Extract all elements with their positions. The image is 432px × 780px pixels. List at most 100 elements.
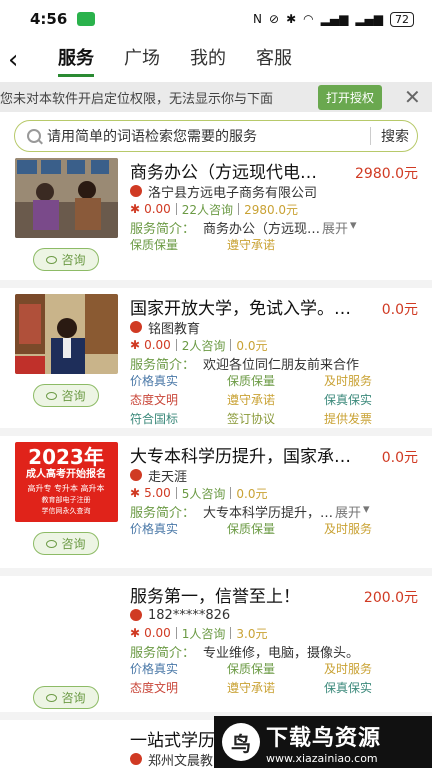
bird-logo-icon: 鸟: [222, 723, 260, 761]
amount: 3.0元: [236, 625, 267, 642]
thumb-line: 高升专 专升本 高升本: [15, 482, 118, 495]
thumb-line: 学信网永久查询: [15, 506, 118, 517]
card-title: 服务第一，信誉至上！: [130, 582, 300, 607]
watermark: 鸟 下载鸟资源 www.xiazainiao.com: [214, 716, 432, 768]
search-input[interactable]: 请用简单的词语检索您需要的服务: [47, 126, 360, 146]
amount: 2980.0元: [244, 201, 298, 218]
star-icon: ✱: [130, 338, 140, 352]
card-price: 2980.0元: [355, 163, 418, 183]
provider-name: 郑州文晨教: [148, 750, 213, 769]
service-card[interactable]: 咨询 商务办公（方远现代电…2980.0元 洛宁县方远电子商务有限公司 ✱0.0…: [0, 152, 432, 288]
consult-button[interactable]: 咨询: [33, 686, 98, 709]
provider-icon: [130, 321, 142, 333]
tab-square[interactable]: 广场: [124, 44, 160, 77]
amount: 0.0元: [236, 337, 267, 354]
tag: 遵守承诺: [227, 236, 324, 253]
top-nav: ‹ 服务 广场 我的 客服: [0, 38, 432, 82]
service-card[interactable]: 咨询 国家开放大学，免试入学。…0.0元 铭图教育 ✱0.002人咨询0.0元 …: [0, 288, 432, 436]
tag: 保质保量: [227, 520, 324, 537]
authorize-button[interactable]: 打开授权: [318, 85, 382, 110]
service-list: 咨询 商务办公（方远现代电…2980.0元 洛宁县方远电子商务有限公司 ✱0.0…: [0, 152, 432, 780]
tab-mine[interactable]: 我的: [190, 44, 226, 77]
provider-icon: [130, 469, 142, 481]
expand-toggle[interactable]: 展开: [335, 502, 361, 520]
status-bar: 4:56 N ⊘ ✱ ◠ ▂▄▆ ▂▄▆ 72: [0, 0, 432, 38]
search-button[interactable]: 搜索: [381, 126, 409, 146]
card-title: 国家开放大学，免试入学。…: [130, 294, 351, 319]
thumbnail-image: [15, 158, 118, 238]
tab-support[interactable]: 客服: [256, 44, 292, 77]
tag: 保真保实: [324, 391, 421, 408]
tag: 及时服务: [324, 372, 421, 389]
rating: 0.00: [144, 202, 171, 216]
tag: 遵守承诺: [227, 679, 324, 696]
consult-count: 1人咨询: [182, 625, 226, 642]
star-icon: ✱: [130, 486, 140, 500]
thumb-line: 成人高考开始报名: [15, 468, 118, 482]
back-arrow-icon[interactable]: ‹: [8, 47, 38, 73]
expand-toggle[interactable]: 展开: [322, 218, 348, 236]
consult-count: 2人咨询: [182, 337, 226, 354]
tag: 保真保实: [324, 679, 421, 696]
chevron-down-icon: ▾: [350, 218, 357, 236]
rating: 5.00: [144, 486, 171, 500]
eye-icon: [46, 540, 57, 548]
intro-text: 大专本科学历提升，…: [203, 502, 333, 520]
tag: 保质保量: [227, 372, 324, 389]
intro-label: 服务简介：: [130, 354, 195, 372]
rating: 0.00: [144, 626, 171, 640]
provider-icon: [130, 753, 142, 765]
close-icon[interactable]: ✕: [404, 85, 422, 109]
tag: 遵守承诺: [227, 391, 324, 408]
tag: 及时服务: [324, 660, 421, 677]
star-icon: ✱: [130, 202, 140, 216]
amount: 0.0元: [236, 485, 267, 502]
wechat-icon: [77, 12, 95, 26]
tag: 保质保量: [227, 660, 324, 677]
eye-icon: [46, 694, 57, 702]
tag: 价格真实: [130, 372, 227, 389]
intro-text: 专业维修，电脑，摄像头。: [203, 642, 359, 660]
provider-icon: [130, 609, 142, 621]
signal-icon-2: ▂▄▆: [355, 12, 383, 26]
banner-message: 您未对本软件开启定位权限，无法显示你与下面: [0, 88, 314, 107]
tag: 保质保量: [130, 236, 227, 253]
thumbnail-image: [15, 582, 118, 662]
consult-button[interactable]: 咨询: [33, 384, 98, 407]
intro-label: 服务简介：: [130, 218, 195, 236]
provider-name: 铭图教育: [148, 318, 200, 337]
thumb-year: 2023年: [15, 446, 118, 468]
mute-icon: ⊘: [269, 12, 279, 26]
bluetooth-icon: ✱: [286, 12, 296, 26]
watermark-title: 下载鸟资源: [266, 720, 381, 752]
star-icon: ✱: [130, 626, 140, 640]
wifi-icon: ◠: [303, 12, 313, 26]
tag: 价格真实: [130, 660, 227, 677]
card-title: 大专本科学历提升，国家承…: [130, 442, 351, 467]
provider-name: 182*****826: [148, 608, 230, 623]
signal-icon: ▂▄▆: [321, 12, 349, 26]
thumbnail-image: 2023年 成人高考开始报名 高升专 专升本 高升本 教育部电子注册 学信网永久…: [15, 442, 118, 522]
eye-icon: [46, 256, 57, 264]
search-bar: 请用简单的词语检索您需要的服务 搜索: [14, 120, 418, 152]
tag: 符合国标: [130, 410, 227, 427]
tag: 态度文明: [130, 391, 227, 408]
card-title: 商务办公（方远现代电…: [130, 158, 317, 183]
search-icon: [27, 129, 41, 143]
nfc-icon: N: [253, 12, 262, 26]
thumbnail-image: [15, 294, 118, 374]
tab-service[interactable]: 服务: [58, 44, 94, 77]
eye-icon: [46, 392, 57, 400]
location-banner: 您未对本软件开启定位权限，无法显示你与下面 打开授权 ✕: [0, 82, 432, 112]
tag: 及时服务: [324, 520, 421, 537]
service-card[interactable]: 2023年 成人高考开始报名 高升专 专升本 高升本 教育部电子注册 学信网永久…: [0, 436, 432, 576]
consult-button[interactable]: 咨询: [33, 532, 98, 555]
battery-icon: 72: [390, 12, 414, 27]
consult-button[interactable]: 咨询: [33, 248, 98, 271]
consult-count: 22人咨询: [182, 201, 233, 218]
card-price: 0.0元: [382, 299, 418, 319]
clock: 4:56: [30, 10, 67, 28]
service-card[interactable]: 咨询 服务第一，信誉至上！200.0元 182*****826 ✱0.001人咨…: [0, 576, 432, 720]
intro-label: 服务简介：: [130, 502, 195, 520]
provider-icon: [130, 185, 142, 197]
